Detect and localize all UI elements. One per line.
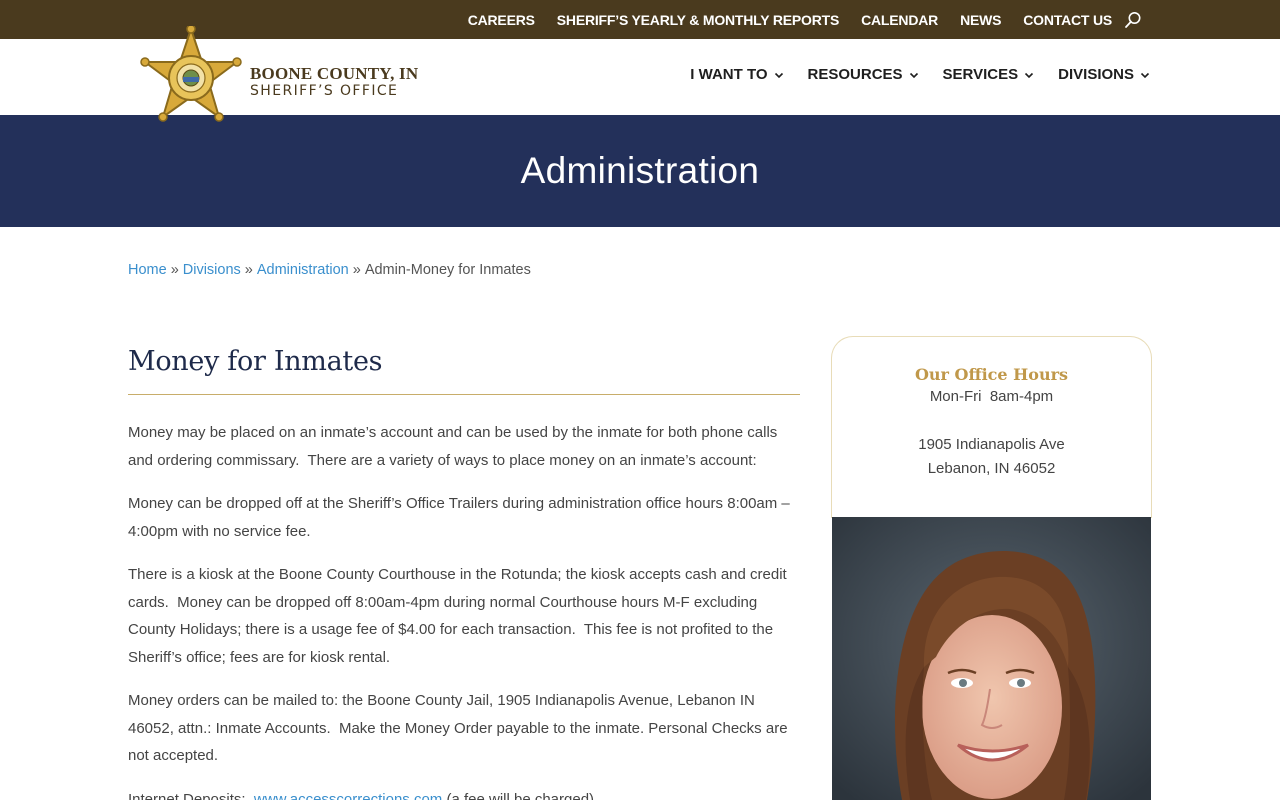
site-logo-text[interactable]: BOONE COUNTY, IN SHERIFF’S OFFICE (250, 65, 418, 100)
breadcrumb-separator: » (352, 262, 361, 278)
content-paragraph: Money can be dropped off at the Sheriff’… (128, 495, 790, 540)
office-hours-title: Our Office Hours (914, 365, 1069, 384)
breadcrumb-home[interactable]: Home (128, 262, 167, 278)
address-line-2: Lebanon, IN 46052 (927, 460, 1056, 477)
chevron-down-icon (1024, 66, 1034, 83)
staff-portrait-photo (832, 517, 1151, 800)
breadcrumb: Home» Divisions» Administration» Admin-Mone… (128, 262, 531, 278)
chevron-down-icon (909, 66, 919, 83)
breadcrumb-separator: » (170, 262, 179, 278)
internet-deposits-paragraph: Internet Deposits: www.accesscorrections… (128, 786, 800, 800)
logo-office-name: SHERIFF’S OFFICE (250, 83, 399, 99)
logo-county-name: BOONE COUNTY, IN (250, 64, 419, 83)
content-paragraph: Money may be placed on an inmate’s accou… (128, 424, 778, 469)
nav-item-label: DIVISIONS (1058, 66, 1134, 83)
nav-item-i-want-to[interactable]: I WANT TO (690, 66, 783, 83)
nav-link-contact-us[interactable]: CONTACT US (1023, 12, 1112, 28)
breadcrumb-current: Admin-Money for Inmates (364, 262, 531, 278)
chevron-down-icon (774, 66, 784, 83)
breadcrumb-divisions[interactable]: Divisions (183, 262, 241, 278)
nav-item-label: SERVICES (942, 66, 1019, 83)
address-line-1: 1905 Indianapolis Ave (918, 436, 1065, 453)
nav-item-resources[interactable]: RESOURCES (808, 66, 919, 83)
nav-link-careers[interactable]: CAREERS (468, 12, 535, 28)
internet-deposits-note: (a fee will be charged) (442, 790, 595, 800)
content-paragraph: There is a kiosk at the Boone County Cou… (128, 566, 787, 666)
sheriff-star-badge-icon[interactable] (136, 24, 246, 132)
search-icon[interactable] (1124, 11, 1142, 29)
nav-item-divisions[interactable]: DIVISIONS (1058, 66, 1150, 83)
nav-link-reports[interactable]: SHERIFF’S YEARLY & MONTHLY REPORTS (557, 12, 840, 28)
nav-item-services[interactable]: SERVICES (943, 66, 1035, 83)
office-hours-time: Mon-Fri 8am-4pm (929, 388, 1054, 405)
breadcrumb-administration[interactable]: Administration (257, 262, 349, 278)
content-heading: Money for Inmates (128, 346, 800, 395)
nav-item-label: I WANT TO (690, 66, 768, 83)
internet-deposits-label: Internet Deposits: (128, 790, 254, 800)
chevron-down-icon (1140, 66, 1150, 83)
main-content: Money for Inmates Money may be placed on… (128, 346, 800, 800)
nav-link-news[interactable]: NEWS (960, 12, 1001, 28)
page-title: Administration (520, 150, 760, 191)
office-hours-card: Our Office Hours Mon-Fri 8am-4pm 1905 In… (831, 336, 1152, 518)
utility-nav: CAREERS SHERIFF’S YEARLY & MONTHLY REPOR… (446, 0, 1142, 39)
access-corrections-link[interactable]: www.accesscorrections.com (254, 791, 442, 800)
nav-item-label: RESOURCES (807, 66, 903, 83)
main-nav: I WANT TO RESOURCES SERVICES DIVISIONS (666, 66, 1150, 83)
office-address: 1905 Indianapolis Ave Lebanon, IN 46052 (832, 433, 1151, 481)
content-paragraph: Money orders can be mailed to: the Boone… (128, 692, 788, 764)
breadcrumb-separator: » (244, 262, 253, 278)
nav-link-calendar[interactable]: CALENDAR (861, 12, 938, 28)
